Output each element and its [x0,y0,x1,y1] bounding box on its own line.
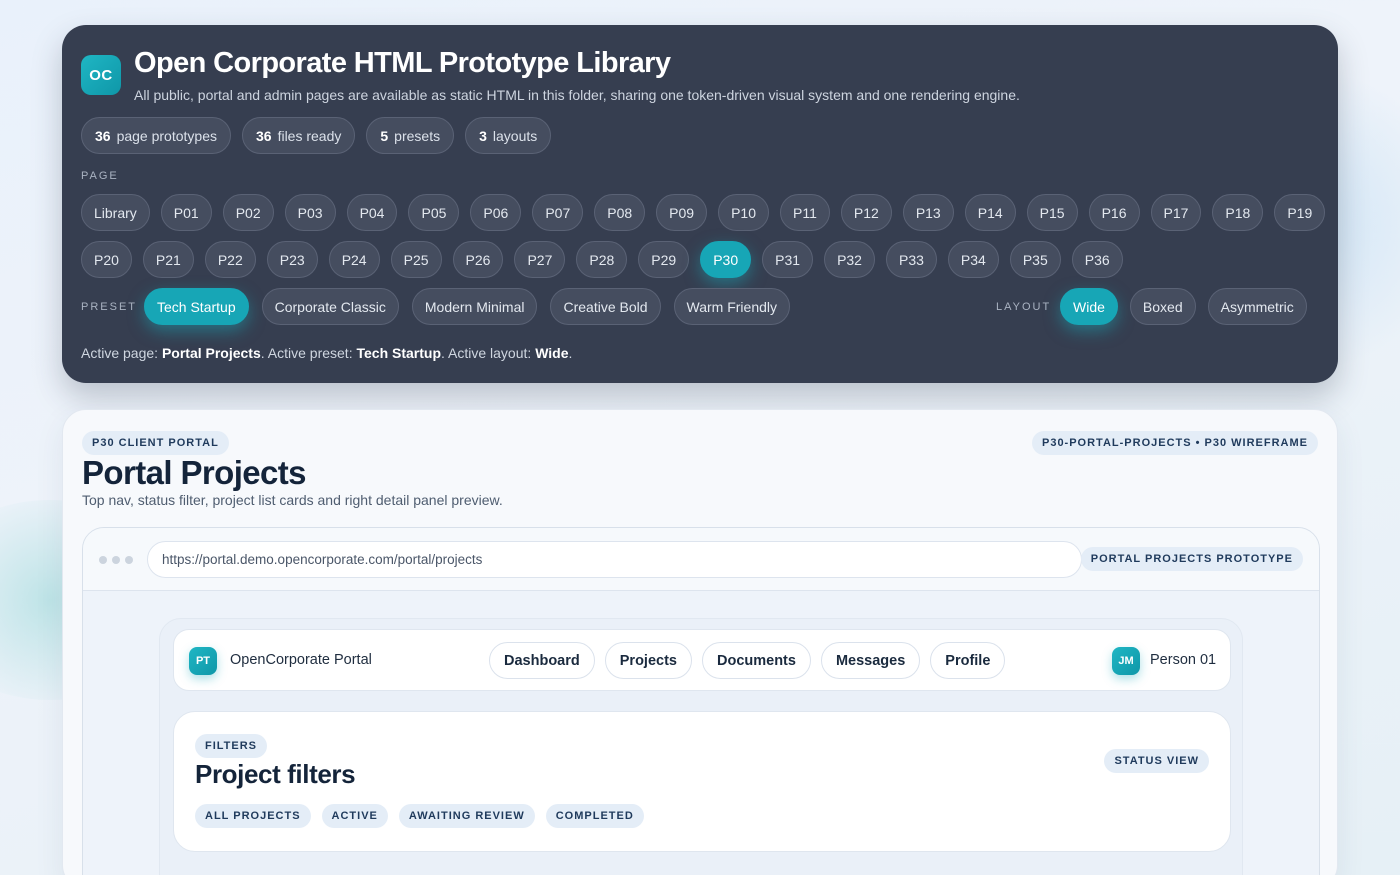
page-chip-p20[interactable]: P20 [81,241,132,278]
prototype-library-panel: OC Open Corporate HTML Prototype Library… [62,25,1338,383]
page-chip-p09[interactable]: P09 [656,194,708,231]
filters-title: Project filters [195,759,356,789]
page-chip-p04[interactable]: P04 [346,194,398,231]
page-title: Portal Projects [82,454,307,491]
page-chip-p02[interactable]: P02 [222,194,274,231]
preset-section-label: PRESET [81,301,138,313]
page-chip-p16[interactable]: P16 [1088,194,1140,231]
page-chip-p11[interactable]: P11 [780,194,830,231]
page-chip-p07[interactable]: P07 [532,194,584,231]
nav-tab-messages[interactable]: Messages [820,642,921,679]
page-chips-row-2: P20 P21 P22 P23 P24 P25 P26 P27 P28 P29 P30 P31 P32 P… [81,241,1123,278]
page-chip-p06[interactable]: P06 [470,194,522,231]
preset-chip-modern-minimal[interactable]: Modern Minimal [411,288,538,325]
user-avatar[interactable]: JM [1112,647,1140,675]
page-chip-p18[interactable]: P18 [1212,194,1264,231]
layout-section-label: LAYOUT [996,301,1052,313]
portal-brand[interactable]: OpenCorporate Portal [230,652,372,668]
portal-top-nav: PT OpenCorporate Portal Dashboard Project… [173,629,1231,691]
nav-tab-profile[interactable]: Profile [930,642,1006,679]
nav-tab-projects[interactable]: Projects [604,642,692,679]
preset-chip-corporate-classic[interactable]: Corporate Classic [261,288,399,325]
page-chip-p17[interactable]: P17 [1150,194,1202,231]
page-chip-p25[interactable]: P25 [390,241,442,278]
address-bar[interactable]: https://portal.demo.opencorporate.com/po… [147,541,1082,578]
browser-mockup: https://portal.demo.opencorporate.com/po… [82,527,1320,875]
stat-files-ready: 36 files ready [241,117,356,154]
page-chip-p22[interactable]: P22 [204,241,256,278]
nav-tab-dashboard[interactable]: Dashboard [489,642,595,679]
library-logo: OC [81,55,121,95]
library-title: Open Corporate HTML Prototype Library [134,47,671,79]
page-category-tag: P30 CLIENT PORTAL [82,431,229,455]
page-chip-p34[interactable]: P34 [947,241,999,278]
window-controls-icon [99,556,133,564]
page-chip-p05[interactable]: P05 [408,194,460,231]
page-chip-p14[interactable]: P14 [964,194,1016,231]
portal-nav-tabs: Dashboard Projects Documents Messages Profil… [489,642,1006,679]
page-chip-p15[interactable]: P15 [1026,194,1078,231]
stat-presets: 5 presets [366,117,455,154]
page-chip-p33[interactable]: P33 [885,241,937,278]
preset-chip-tech-startup[interactable]: Tech Startup [144,288,249,325]
filter-completed[interactable]: COMPLETED [545,804,644,828]
layout-chip-wide[interactable]: Wide [1060,288,1118,325]
page-chip-p23[interactable]: P23 [266,241,318,278]
library-subtitle: All public, portal and admin pages are a… [134,87,1020,103]
page-chip-p28[interactable]: P28 [576,241,628,278]
user-name[interactable]: Person 01 [1150,652,1216,668]
page-chip-p19[interactable]: P19 [1274,194,1326,231]
page-chip-p13[interactable]: P13 [902,194,954,231]
page-chip-p08[interactable]: P08 [594,194,646,231]
preset-chips: Tech Startup Corporate Classic Modern Mini… [144,288,791,325]
page-description: Top nav, status filter, project list car… [82,492,503,508]
filters-tag: FILTERS [195,734,268,758]
preset-chip-warm-friendly[interactable]: Warm Friendly [673,288,791,325]
page-chip-p31[interactable]: P31 [762,241,814,278]
page-chips-row-1: Library P01 P02 P03 P04 P05 P06 P07 P08 P09 P10 P11… [81,194,1326,231]
page-chip-p29[interactable]: P29 [638,241,690,278]
preset-chip-creative-bold[interactable]: Creative Bold [550,288,661,325]
portal-frame: PT OpenCorporate Portal Dashboard Project… [159,618,1243,875]
page-chip-p27[interactable]: P27 [514,241,566,278]
portal-logo: PT [189,647,217,675]
stat-layouts: 3 layouts [465,117,552,154]
page-chip-p12[interactable]: P12 [840,194,892,231]
browser-toolbar: https://portal.demo.opencorporate.com/po… [83,528,1319,591]
page-chip-p01[interactable]: P01 [160,194,212,231]
filter-all-projects[interactable]: ALL PROJECTS [195,804,311,828]
page-chip-p10[interactable]: P10 [718,194,770,231]
page-chip-p26[interactable]: P26 [452,241,504,278]
filter-awaiting-review[interactable]: AWAITING REVIEW [398,804,535,828]
prototype-tag: PORTAL PROJECTS PROTOTYPE [1080,547,1303,571]
page-chip-p36[interactable]: P36 [1071,241,1123,278]
page-chip-library[interactable]: Library [81,194,150,231]
page-chip-p21[interactable]: P21 [142,241,194,278]
page-section-label: PAGE [81,170,119,182]
nav-tab-documents[interactable]: Documents [701,642,811,679]
active-status-line: Active page: Portal Projects. Active pre… [81,345,573,361]
status-view-button[interactable]: STATUS VIEW [1104,749,1209,773]
layout-chip-boxed[interactable]: Boxed [1129,288,1196,325]
project-filters-card: FILTERS Project filters STATUS VIEW ALL … [173,711,1231,852]
stat-page-prototypes: 36 page prototypes [81,117,231,154]
page-chip-p32[interactable]: P32 [824,241,875,278]
filter-options: ALL PROJECTS ACTIVE AWAITING REVIEW COMPLET… [195,804,644,828]
page-chip-p35[interactable]: P35 [1009,241,1061,278]
page-chip-p30[interactable]: P30 [700,241,752,278]
page-chip-p03[interactable]: P03 [284,194,336,231]
layout-chips: Wide Boxed Asymmetric [1060,288,1307,325]
library-stats: 36 page prototypes 36 files ready 5 presets… [81,117,552,154]
layout-chip-asymmetric[interactable]: Asymmetric [1207,288,1307,325]
filter-active[interactable]: ACTIVE [321,804,388,828]
page-id-tag: P30-PORTAL-PROJECTS • P30 WIREFRAME [1031,431,1318,455]
page-preview-card: P30 CLIENT PORTAL P30-PORTAL-PROJECTS • … [62,409,1338,875]
page-chip-p24[interactable]: P24 [328,241,380,278]
